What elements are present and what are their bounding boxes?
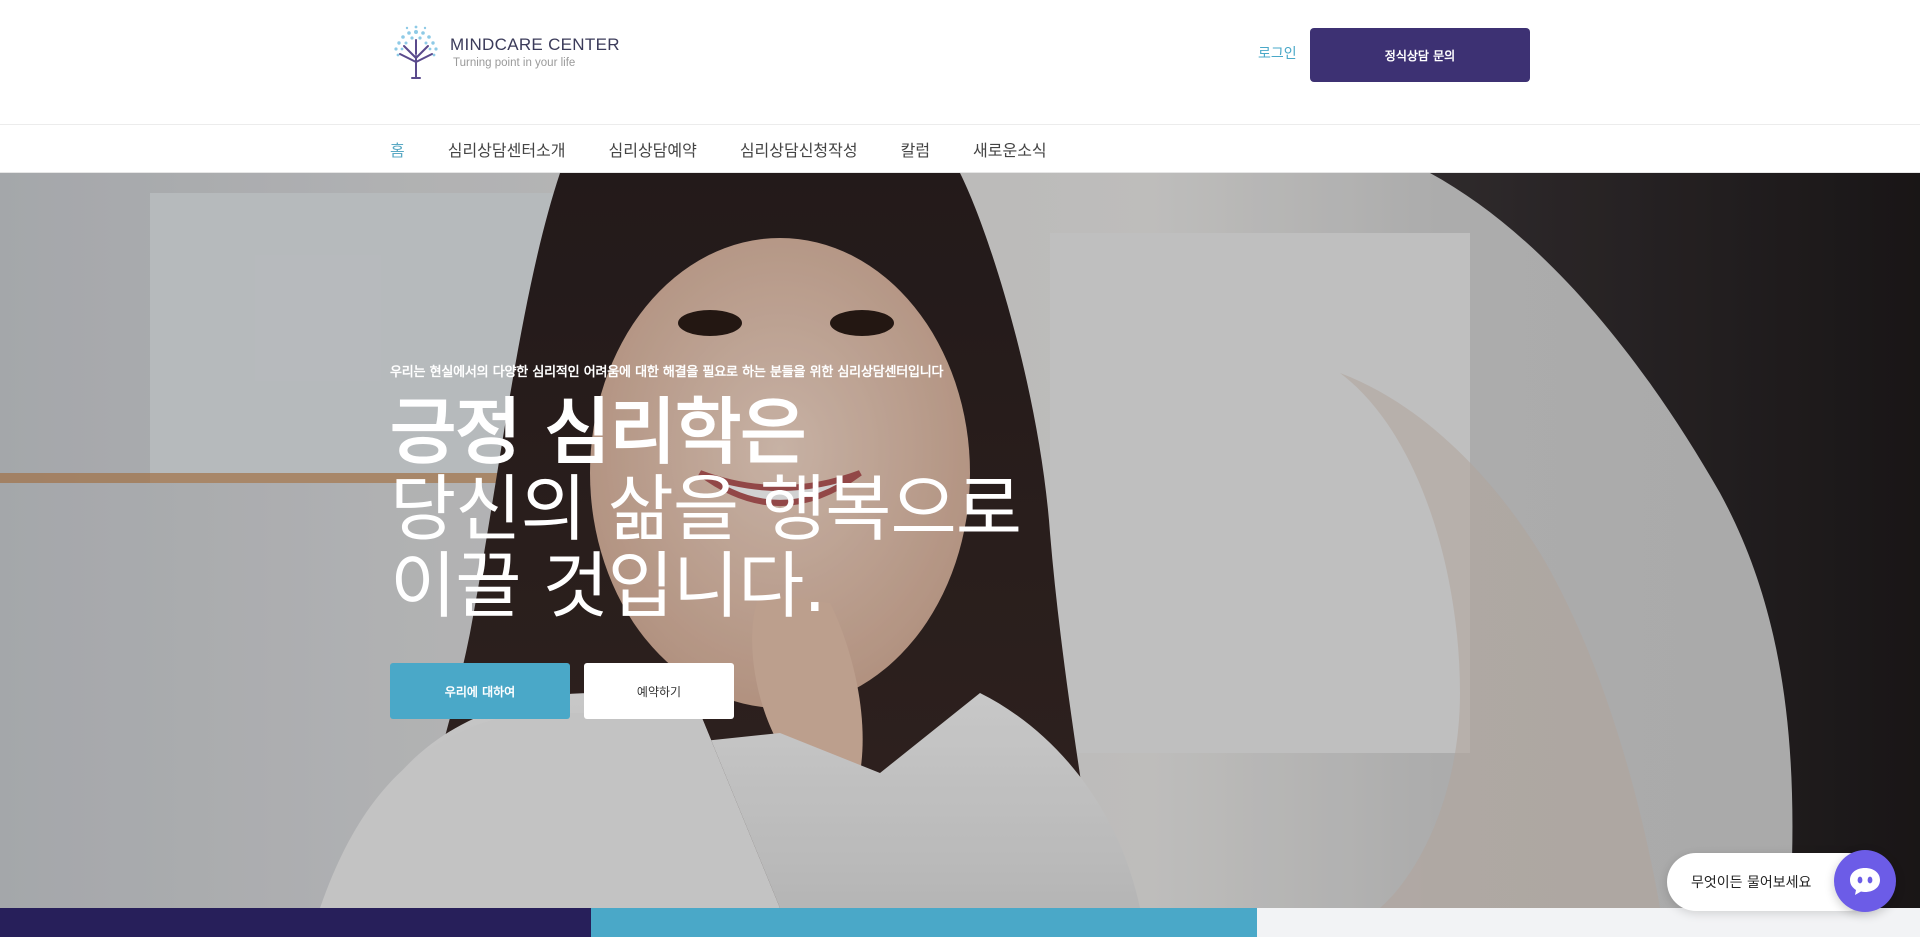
nav-item-news[interactable]: 새로운소식 [973,137,1047,161]
logo-tagline: Turning point in your life [453,57,576,69]
hero-content: 우리는 현실에서의 다양한 심리적인 어려움에 대한 해결을 필요로 하는 분들… [390,361,1022,628]
logo-name: MINDCARE CENTER [450,35,620,54]
consultation-inquiry-button[interactable]: 정식상담 문의 [1310,28,1530,82]
hero-title-bold: 긍정 심리학은 [390,390,807,474]
nav-item-application[interactable]: 심리상담신청작성 [740,137,858,161]
hero-title: 긍정 심리학은 당신의 삶을 행복으로 이끌 것입니다. [390,390,1022,628]
nav-item-reservation[interactable]: 심리상담예약 [609,137,697,161]
nav-item-center-intro[interactable]: 심리상담센터소개 [448,137,566,161]
feature-strip-blue [591,908,1257,937]
about-us-button[interactable]: 우리에 대하여 [390,663,570,719]
tree-logo-icon [394,25,438,79]
site-logo[interactable]: MINDCARE CENTER Turning point in your li… [390,24,620,80]
reserve-button[interactable]: 예약하기 [584,663,734,719]
chat-face-icon [1850,868,1880,895]
site-header: MINDCARE CENTER Turning point in your li… [0,0,1920,125]
nav-list: 홈 심리상담센터소개 심리상담예약 심리상담신청작성 칼럼 새로운소식 [390,125,1090,173]
nav-item-home[interactable]: 홈 [390,137,405,161]
hero-title-line3: 이끌 것입니다. [390,544,826,628]
chat-launcher-button[interactable] [1834,850,1896,912]
feature-strip-light [1257,908,1920,937]
nav-item-column[interactable]: 칼럼 [901,137,930,161]
feature-strip-dark [0,908,591,937]
hero-section: 우리는 현실에서의 다양한 심리적인 어려움에 대한 해결을 필요로 하는 분들… [0,173,1920,908]
hero-title-line2: 당신의 삶을 행복으로 [390,467,1022,551]
hero-subtitle: 우리는 현실에서의 다양한 심리적인 어려움에 대한 해결을 필요로 하는 분들… [390,365,944,380]
hero-buttons: 우리에 대하여 예약하기 [390,663,734,719]
login-link[interactable]: 로그인 [1258,43,1297,63]
main-nav: 홈 심리상담센터소개 심리상담예약 심리상담신청작성 칼럼 새로운소식 [0,125,1920,173]
